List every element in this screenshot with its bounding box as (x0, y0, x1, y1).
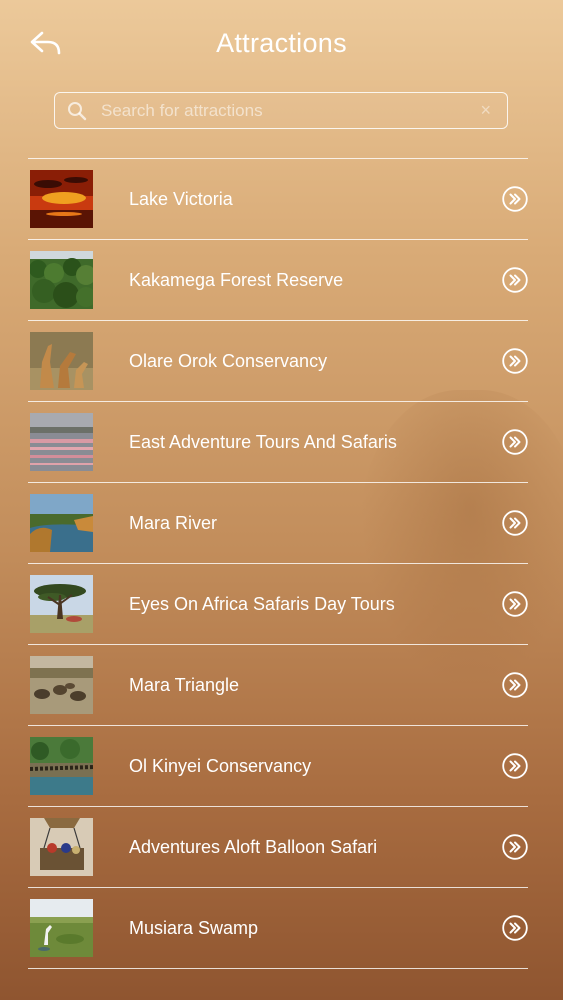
double-chevron-right-icon[interactable] (502, 186, 528, 212)
double-chevron-right-icon[interactable] (502, 915, 528, 941)
attraction-name: Kakamega Forest Reserve (129, 270, 344, 290)
header: Attractions (0, 0, 563, 90)
page-title: Attractions (216, 28, 347, 58)
search-icon (67, 101, 87, 121)
double-chevron-right-icon[interactable] (502, 429, 528, 455)
attraction-name: Musiara Swamp (129, 918, 259, 938)
acacia-tree-photo (30, 575, 93, 633)
double-chevron-right-icon[interactable] (502, 753, 528, 779)
flamingos-lake-photo (30, 413, 93, 471)
forest-photo (30, 251, 93, 309)
list-item[interactable]: Kakamega Forest Reserve (28, 240, 528, 321)
river-crossing-photo (30, 737, 93, 795)
search-input[interactable] (99, 93, 473, 129)
list-item[interactable]: Eyes On Africa Safaris Day Tours (28, 564, 528, 645)
double-chevron-right-icon[interactable] (502, 510, 528, 536)
sunset-lake-photo (30, 170, 93, 228)
attraction-name: Mara River (129, 513, 218, 533)
river-photo (30, 494, 93, 552)
list-item[interactable]: Adventures Aloft Balloon Safari (28, 807, 528, 888)
list-item[interactable]: Musiara Swamp (28, 888, 528, 969)
giraffes-photo (30, 332, 93, 390)
attraction-name: Olare Orok Conservancy (129, 351, 328, 371)
list-item[interactable]: Mara River (28, 483, 528, 564)
double-chevron-right-icon[interactable] (502, 267, 528, 293)
attraction-name: Eyes On Africa Safaris Day Tours (129, 594, 395, 614)
swamp-bird-photo (30, 899, 93, 957)
attraction-name: Mara Triangle (129, 675, 240, 695)
wildebeest-plains-photo (30, 656, 93, 714)
double-chevron-right-icon[interactable] (502, 672, 528, 698)
attraction-name: Lake Victoria (129, 189, 233, 209)
attraction-name: Ol Kinyei Conservancy (129, 756, 312, 776)
double-chevron-right-icon[interactable] (502, 591, 528, 617)
list-item[interactable]: East Adventure Tours And Safaris (28, 402, 528, 483)
close-icon[interactable]: × (480, 100, 491, 120)
list-item[interactable]: Olare Orok Conservancy (28, 321, 528, 402)
double-chevron-right-icon[interactable] (502, 834, 528, 860)
list-item[interactable]: Lake Victoria (28, 159, 528, 240)
attraction-name: Adventures Aloft Balloon Safari (129, 837, 378, 857)
search-bar[interactable]: × (54, 92, 508, 129)
attraction-name: East Adventure Tours And Safaris (129, 432, 397, 452)
list-item[interactable]: Ol Kinyei Conservancy (28, 726, 528, 807)
hot-air-balloon-photo (30, 818, 93, 876)
double-chevron-right-icon[interactable] (502, 348, 528, 374)
list-item[interactable]: Mara Triangle (28, 645, 528, 726)
attractions-list: Lake Victoria Kakamega Forest Reserve Ol… (28, 158, 528, 969)
